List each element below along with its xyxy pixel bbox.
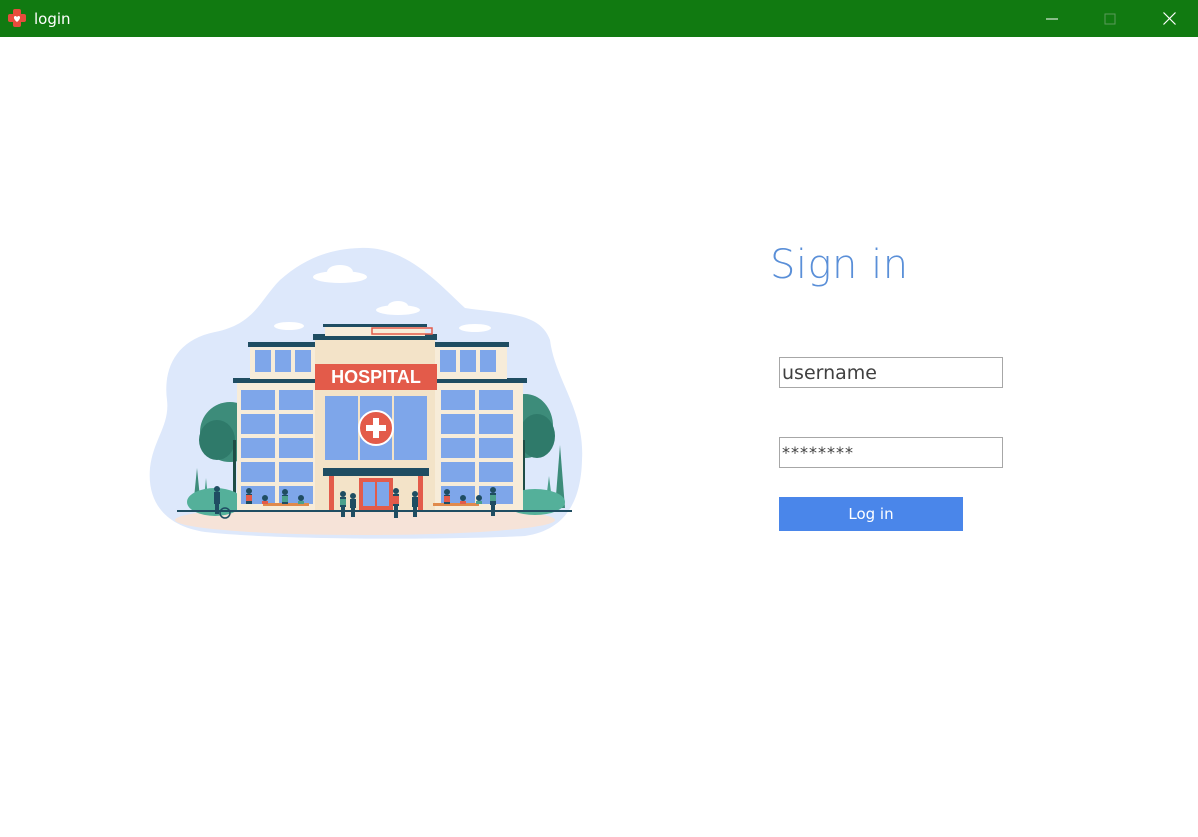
login-window: login HOSPITAL Sign in username ********…: [0, 0, 1198, 837]
sign-in-heading: Sign in: [770, 242, 909, 288]
password-field[interactable]: [779, 437, 1003, 468]
username-field[interactable]: [779, 357, 1003, 388]
minimize-icon: [1046, 18, 1058, 19]
hospital-sign-text: HOSPITAL: [331, 367, 421, 387]
title-bar[interactable]: login: [0, 0, 1198, 37]
minimize-button[interactable]: [1023, 0, 1081, 37]
maximize-button[interactable]: [1081, 0, 1139, 37]
window-title: login: [34, 10, 71, 28]
medical-cross-icon: [8, 9, 26, 27]
login-button[interactable]: Log in: [779, 497, 963, 531]
maximize-icon: [1104, 13, 1116, 24]
close-icon: [1162, 12, 1176, 25]
close-button[interactable]: [1140, 0, 1198, 37]
hospital-illustration: HOSPITAL: [149, 247, 583, 539]
